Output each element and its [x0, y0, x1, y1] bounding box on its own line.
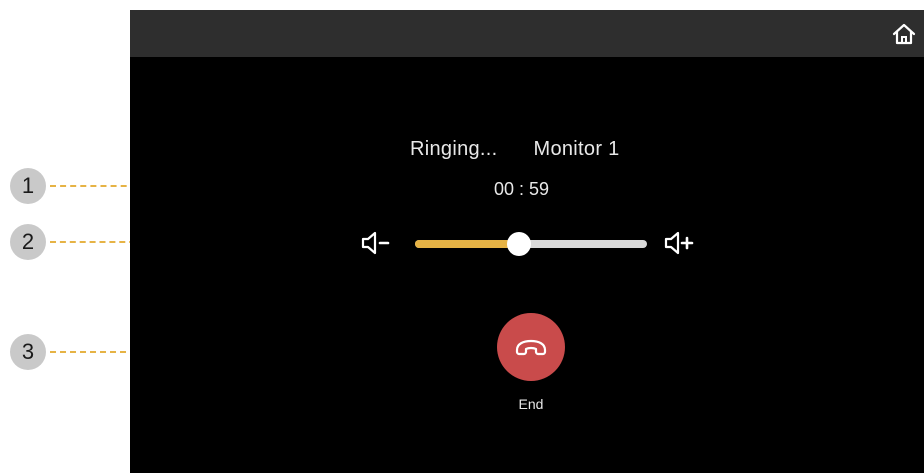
- volume-down-icon: [361, 231, 390, 255]
- volume-down-button[interactable]: [360, 229, 394, 257]
- volume-slider-fill: [415, 240, 520, 248]
- call-status-line: Ringing... Monitor 1: [410, 138, 620, 161]
- call-screen: Ringing... Monitor 1 00 : 59 End: [130, 10, 924, 473]
- volume-slider[interactable]: [415, 232, 647, 256]
- call-target: Monitor 1: [533, 138, 620, 160]
- call-status: Ringing...: [410, 138, 498, 160]
- call-timer: 00 : 59: [494, 179, 550, 199]
- annotated-screenshot: 1 2 3 Ringing... Monitor 1 00 : 59 End: [0, 0, 924, 473]
- callout-badge-1: 1: [10, 168, 46, 204]
- home-icon: [892, 23, 916, 45]
- volume-slider-knob[interactable]: [507, 232, 532, 256]
- callout-badge-2: 2: [10, 224, 46, 260]
- volume-up-icon: [664, 231, 694, 255]
- volume-up-button[interactable]: [663, 229, 697, 257]
- callout-badge-3: 3: [10, 334, 46, 370]
- end-call-button[interactable]: [497, 313, 565, 381]
- hang-up-icon: [515, 339, 547, 356]
- home-button[interactable]: [890, 20, 918, 48]
- top-bar: [130, 10, 924, 57]
- end-call-label: End: [518, 396, 544, 412]
